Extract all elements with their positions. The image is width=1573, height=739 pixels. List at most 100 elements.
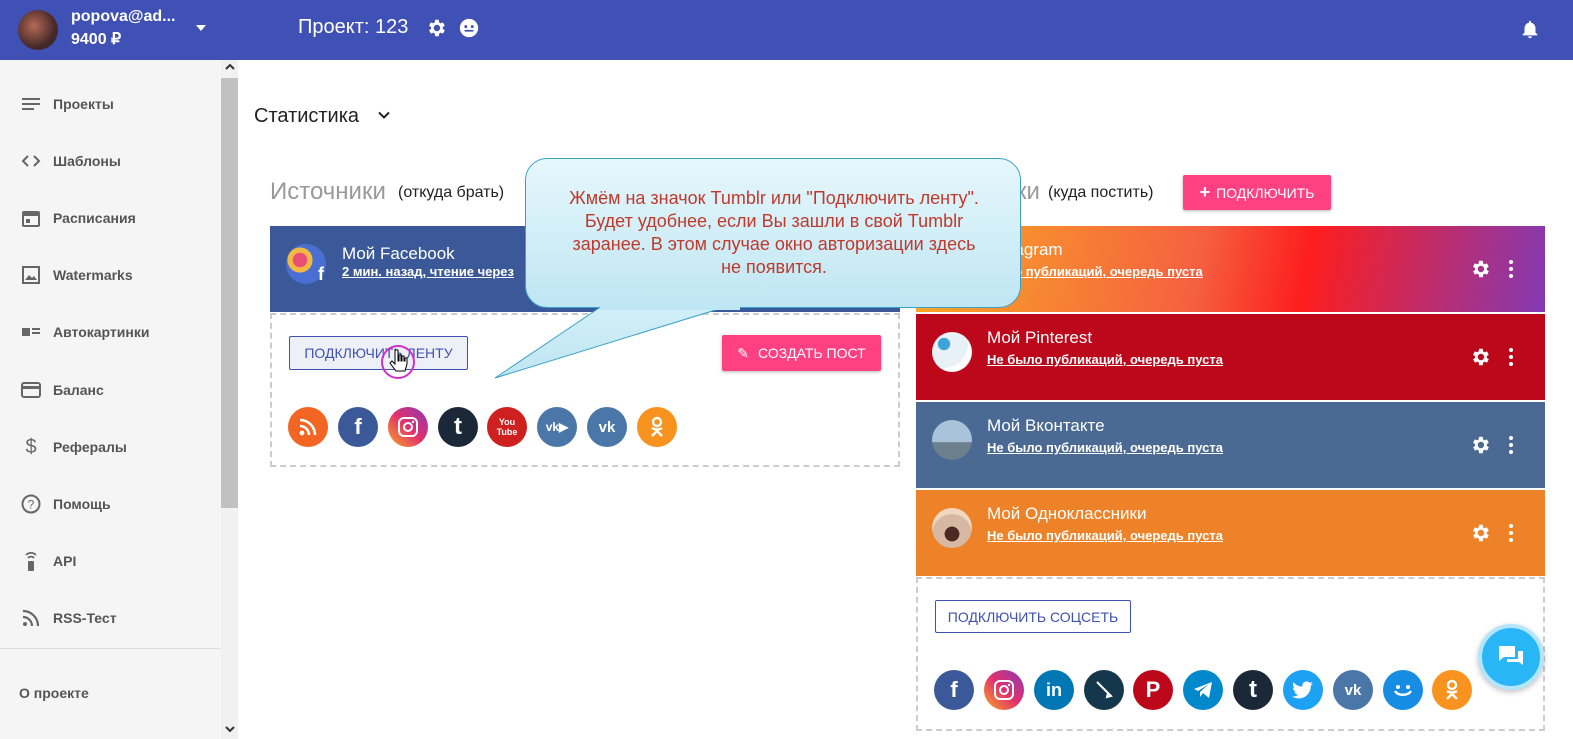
gear-icon[interactable]	[1469, 522, 1491, 544]
sidebar-item-label: RSS-Тест	[53, 610, 117, 626]
vk-video-icon[interactable]: vk▶	[537, 407, 577, 447]
sidebar-item-autopictures[interactable]: Автокартинки	[0, 312, 221, 352]
stats-title[interactable]: Статистика	[254, 105, 359, 128]
target-avatar	[932, 508, 972, 548]
sidebar-item-label: Баланс	[53, 382, 104, 398]
bell-icon[interactable]	[1519, 17, 1541, 41]
gear-icon[interactable]	[1469, 434, 1491, 456]
connect-target-button[interactable]: + ПОДКЛЮЧИТЬ	[1183, 175, 1331, 210]
sidebar-item-balance[interactable]: Баланс	[0, 370, 221, 410]
odnoklassniki-icon[interactable]	[637, 407, 677, 447]
sidebar-item-label: Проекты	[53, 96, 114, 112]
connect-feed-button[interactable]: ПОДКЛЮЧИТЬ ЛЕНТУ	[289, 336, 468, 370]
target-card-pinterest[interactable]: Мой Pinterest Не было публикаций, очеред…	[916, 314, 1545, 400]
image-icon	[20, 264, 42, 286]
facebook-icon[interactable]: f	[338, 407, 378, 447]
rss-icon	[20, 607, 42, 629]
chevron-down-icon[interactable]	[225, 725, 235, 733]
targets-subheading: (куда постить)	[1048, 184, 1154, 201]
api-icon	[20, 550, 42, 572]
sources-heading: Источники	[270, 178, 386, 205]
twitter-icon[interactable]	[1283, 670, 1323, 710]
chevron-up-icon[interactable]	[225, 63, 235, 71]
sidebar-item-label: Шаблоны	[53, 153, 121, 169]
target-status[interactable]: Не было публикаций, очередь пуста	[987, 352, 1223, 367]
pencil-icon: ✎	[737, 344, 750, 361]
sidebar-item-projects[interactable]: Проекты	[0, 84, 221, 124]
target-status[interactable]: Не было публикаций, очередь пуста	[987, 440, 1223, 455]
autopicture-icon	[20, 321, 42, 343]
tumblr-icon[interactable]: t	[1233, 670, 1273, 710]
more-vert-icon[interactable]	[1508, 347, 1514, 367]
gear-icon[interactable]	[425, 17, 447, 39]
calendar-icon	[20, 207, 42, 229]
credit-card-icon	[20, 379, 42, 401]
sources-subheading: (откуда брать)	[398, 184, 505, 201]
vk-icon[interactable]: vk	[1333, 670, 1373, 710]
project-title: Проект: 123	[298, 16, 409, 38]
create-post-button[interactable]: ✎ СОЗДАТЬ ПОСТ	[722, 335, 881, 371]
facebook-icon: f	[318, 264, 324, 284]
mymail-icon[interactable]	[1383, 670, 1423, 710]
sidebar-scroll-thumb[interactable]	[221, 78, 238, 508]
help-icon: ?	[20, 493, 42, 515]
connect-social-button[interactable]: ПОДКЛЮЧИТЬ СОЦСЕТЬ	[935, 600, 1131, 633]
source-status[interactable]: 2 мин. назад, чтение через	[342, 264, 514, 279]
chat-icon	[1499, 646, 1523, 665]
bot-icon[interactable]	[458, 17, 480, 39]
youtube-icon[interactable]: You Tube	[487, 407, 527, 447]
instagram-icon[interactable]	[984, 670, 1024, 710]
livejournal-icon[interactable]	[1084, 670, 1124, 710]
sidebar-item-api[interactable]: API	[0, 541, 221, 581]
telegram-icon[interactable]	[1183, 670, 1223, 710]
target-status[interactable]: Не было публикаций, очередь пуста	[987, 528, 1223, 543]
user-balance: 9400 ₽	[71, 31, 122, 48]
list-icon	[20, 93, 42, 115]
facebook-icon[interactable]: f	[934, 670, 974, 710]
target-avatar	[932, 332, 972, 372]
tooltip-callout: Жмём на значок Tumblr или "Подключить ле…	[525, 158, 1021, 308]
more-vert-icon[interactable]	[1508, 523, 1514, 543]
sidebar-item-templates[interactable]: Шаблоны	[0, 141, 221, 181]
svg-text:?: ?	[28, 498, 35, 512]
rss-icon[interactable]	[288, 407, 328, 447]
chat-button[interactable]	[1478, 624, 1544, 690]
user-email[interactable]: popova@ad...	[71, 8, 176, 26]
target-card-odnoklassniki[interactable]: Мой Одноклассники Не было публикаций, оч…	[916, 490, 1545, 576]
sidebar-item-label: Watermarks	[53, 267, 133, 283]
sidebar-item-help[interactable]: ? Помощь	[0, 484, 221, 524]
sidebar-item-referrals[interactable]: $ Рефералы	[0, 427, 221, 467]
plus-icon: +	[1199, 182, 1211, 202]
sidebar-item-rss-test[interactable]: RSS-Тест	[0, 598, 221, 638]
sidebar-item-label: Помощь	[53, 496, 111, 512]
sidebar-item-watermarks[interactable]: Watermarks	[0, 255, 221, 295]
target-name: Мой Вконтакте	[987, 416, 1105, 435]
tooltip-text: Жмём на значок Tumblr или "Подключить ле…	[569, 188, 979, 277]
chevron-down-icon[interactable]	[378, 110, 390, 120]
target-name: Мой Pinterest	[987, 328, 1093, 347]
target-card-vkontakte[interactable]: Мой Вконтакте Не было публикаций, очеред…	[916, 402, 1545, 488]
sidebar-item-label: Автокартинки	[53, 324, 150, 340]
more-vert-icon[interactable]	[1508, 259, 1514, 279]
code-icon	[20, 150, 42, 172]
gear-icon[interactable]	[1469, 346, 1491, 368]
vk-icon[interactable]: vk	[587, 407, 627, 447]
sidebar-item-label: Рефералы	[53, 439, 127, 455]
chevron-down-icon[interactable]	[196, 25, 206, 31]
sidebar: Проекты Шаблоны Расписания Watermarks Ав…	[0, 60, 221, 739]
odnoklassniki-icon[interactable]	[1432, 670, 1472, 710]
instagram-icon[interactable]	[388, 407, 428, 447]
sidebar-divider	[0, 648, 221, 649]
source-name: Мой Facebook	[342, 244, 455, 263]
linkedin-icon[interactable]: in	[1034, 670, 1074, 710]
tumblr-icon[interactable]: t	[438, 407, 478, 447]
sidebar-item-schedules[interactable]: Расписания	[0, 198, 221, 238]
sidebar-about-link[interactable]: О проекте	[19, 685, 89, 701]
user-avatar[interactable]	[18, 10, 58, 50]
more-vert-icon[interactable]	[1508, 435, 1514, 455]
gear-icon[interactable]	[1469, 258, 1491, 280]
sidebar-item-label: Расписания	[53, 210, 136, 226]
pinterest-icon[interactable]: P	[1133, 670, 1173, 710]
target-name: Мой Одноклассники	[987, 504, 1147, 523]
cursor-hand-icon	[381, 345, 415, 379]
